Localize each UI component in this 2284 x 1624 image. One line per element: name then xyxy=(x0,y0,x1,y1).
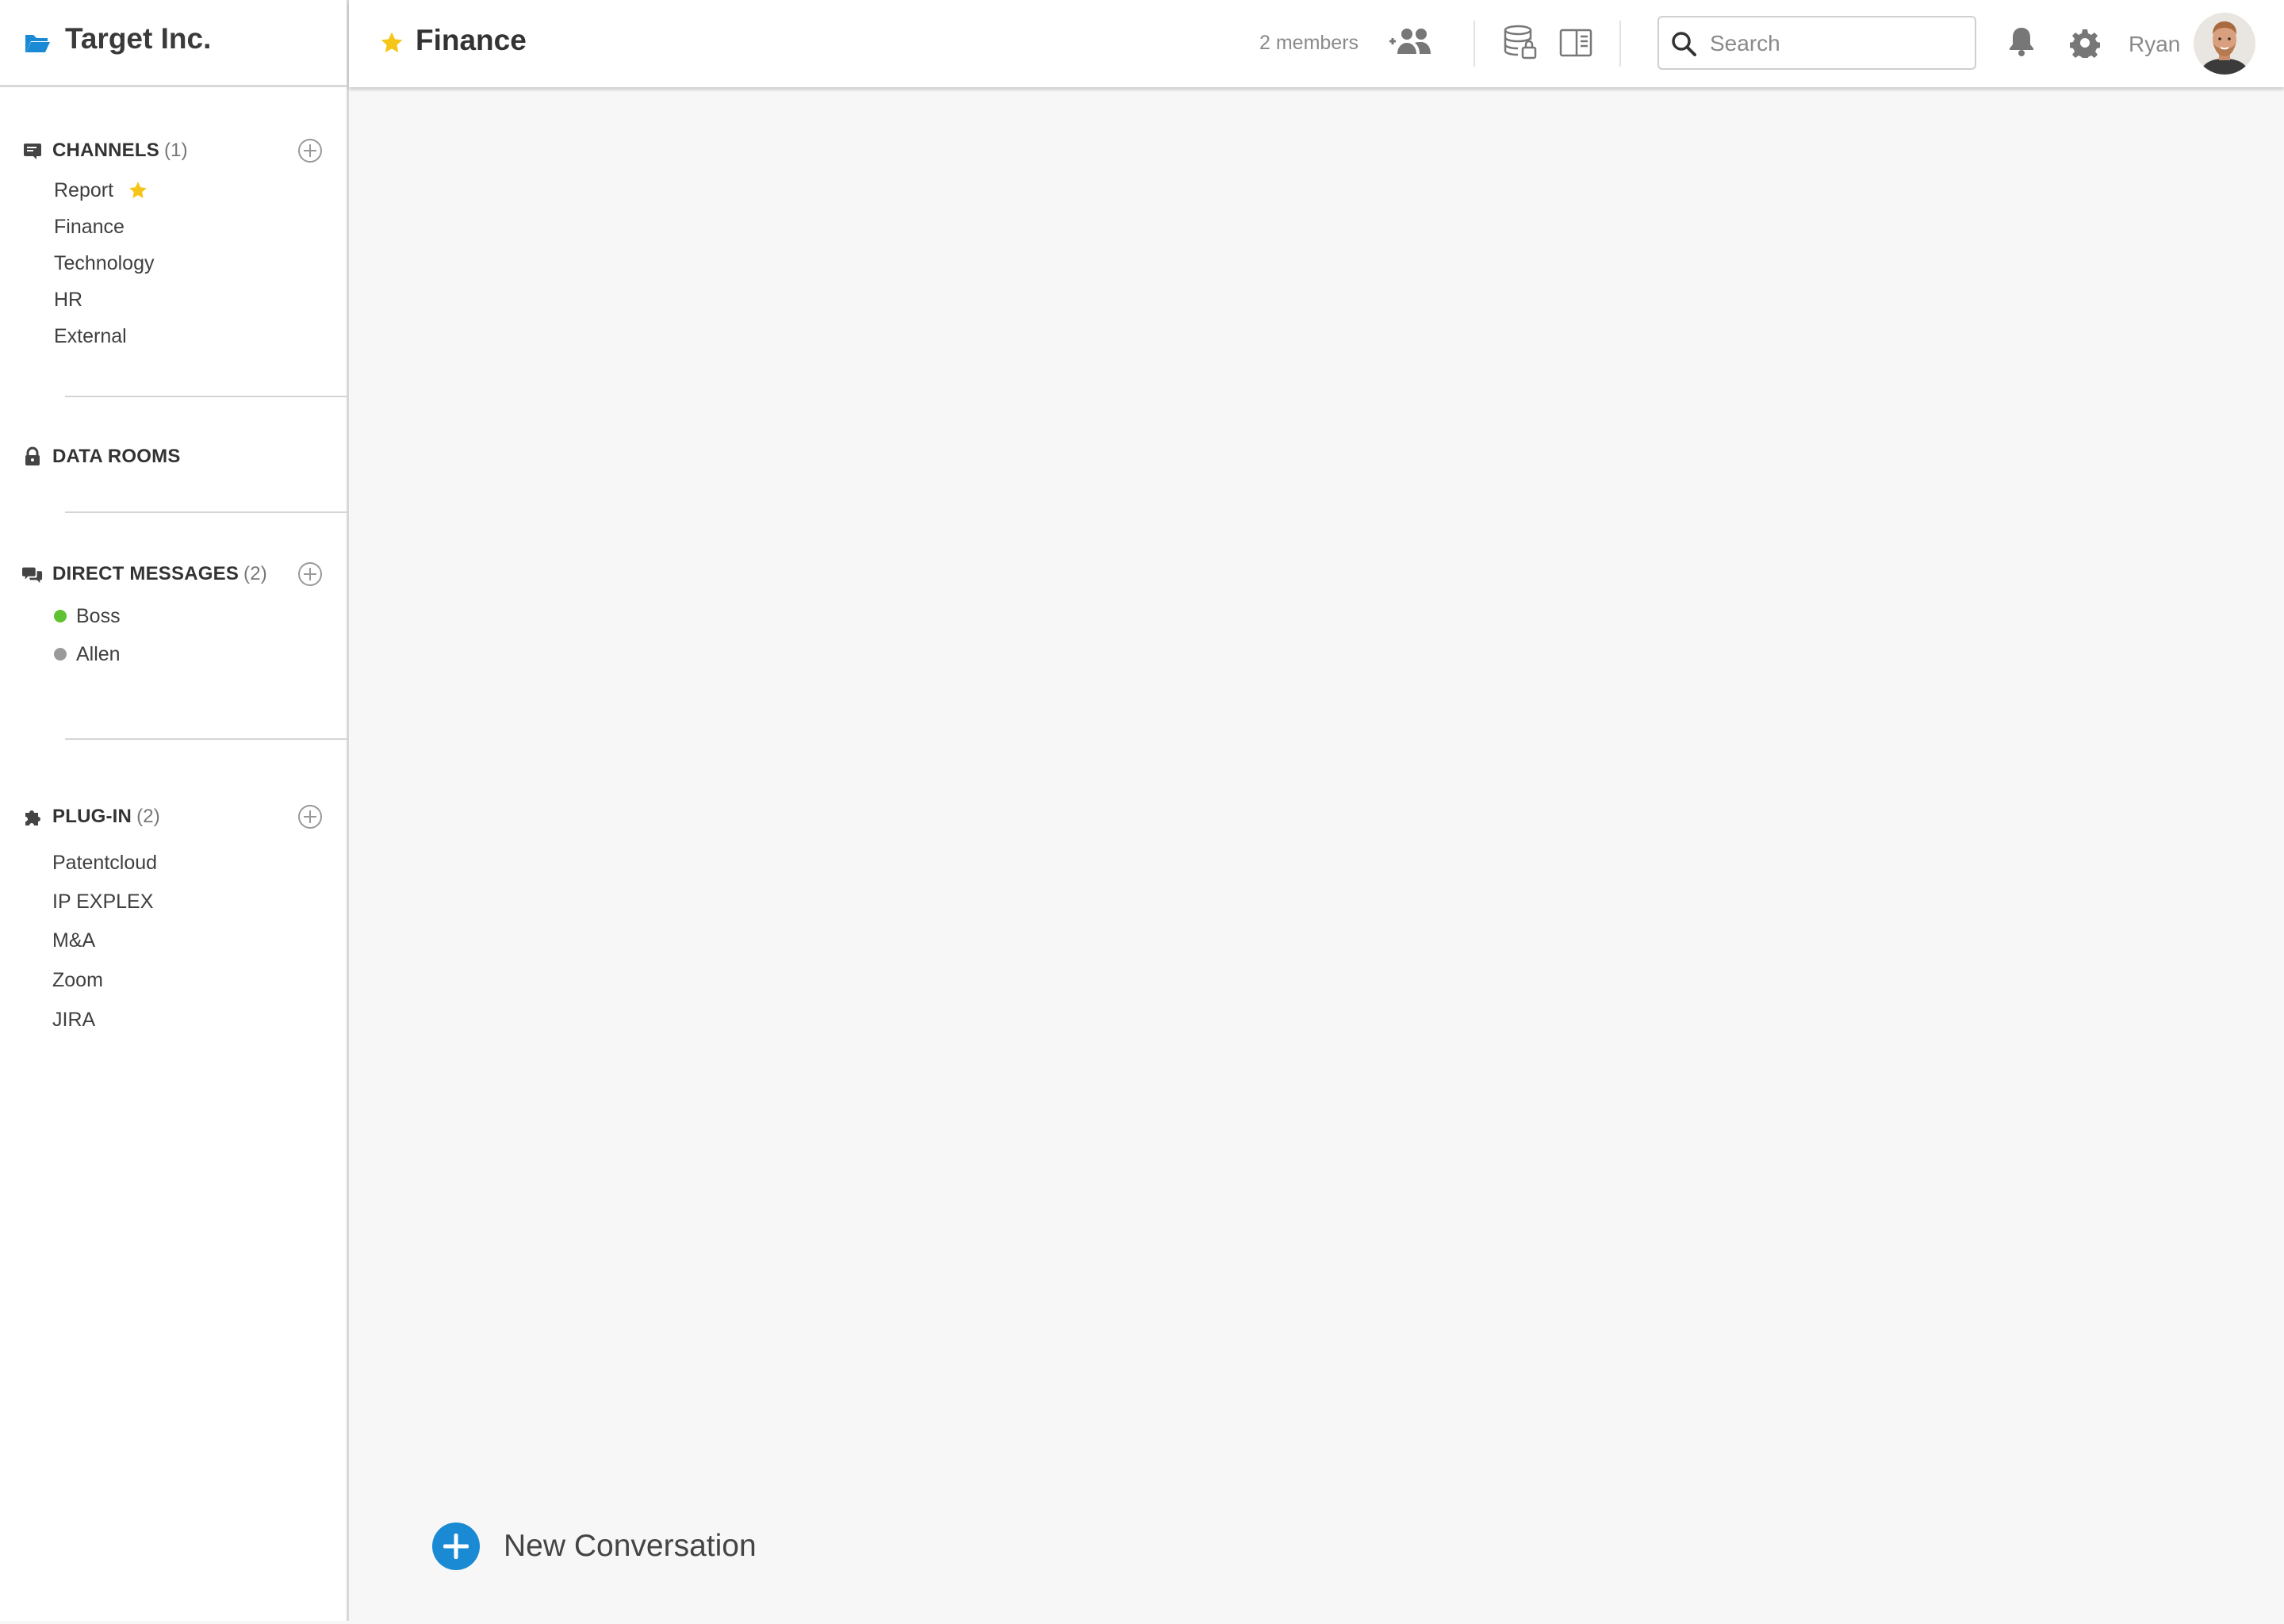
channel-label: External xyxy=(54,324,127,347)
channels-label: CHANNELS xyxy=(52,140,159,161)
plugin-label: Patentcloud xyxy=(52,851,158,874)
add-direct-message-button[interactable] xyxy=(298,562,322,586)
channel-title: Finance xyxy=(416,24,527,56)
sidebar-item-allen[interactable]: Allen xyxy=(54,640,121,668)
channel-label: Finance xyxy=(54,215,125,238)
user-avatar[interactable] xyxy=(2194,13,2255,75)
plugins-label: PLUG-IN xyxy=(52,806,132,827)
toggle-panel-icon[interactable] xyxy=(1559,29,1592,57)
offline-status-icon xyxy=(54,648,67,661)
section-divider xyxy=(65,511,349,513)
plugin-label: M&A xyxy=(52,929,96,952)
channel-label: Report xyxy=(54,178,114,201)
member-count[interactable]: 2 members xyxy=(1259,32,1359,55)
channel-icon xyxy=(22,140,43,161)
data-rooms-section-header[interactable]: DATA ROOMS xyxy=(22,441,181,473)
section-divider xyxy=(65,738,349,740)
sidebar-item-technology[interactable]: Technology xyxy=(54,249,154,278)
section-divider xyxy=(65,396,349,397)
bell-icon[interactable] xyxy=(2008,25,2035,57)
search-input[interactable] xyxy=(1708,25,1965,62)
header-divider xyxy=(1619,21,1621,67)
plugin-label: Zoom xyxy=(52,968,103,991)
direct-messages-section-header[interactable]: DIRECT MESSAGES (2) xyxy=(22,558,267,590)
plugin-label: IP EXPLEX xyxy=(52,890,154,913)
search-box[interactable] xyxy=(1657,16,1976,70)
workspace-name[interactable]: Target Inc. xyxy=(65,22,211,56)
plugins-section-header[interactable]: PLUG-IN (2) xyxy=(22,801,160,833)
workspace-header: Target Inc. xyxy=(0,0,349,87)
puzzle-icon xyxy=(22,806,43,827)
star-icon xyxy=(129,182,147,198)
plugin-label: JIRA xyxy=(52,1008,96,1031)
sidebar-item-m-and-a[interactable]: M&A xyxy=(52,926,95,955)
direct-messages-count: (2) xyxy=(243,563,267,584)
gear-icon[interactable] xyxy=(2070,28,2100,58)
channel-label: HR xyxy=(54,288,83,311)
header-divider xyxy=(1473,21,1475,67)
sidebar-item-zoom[interactable]: Zoom xyxy=(52,966,103,994)
sidebar-item-patentcloud[interactable]: Patentcloud xyxy=(52,848,157,877)
search-icon xyxy=(1672,32,1696,56)
data-rooms-label: DATA ROOMS xyxy=(52,446,181,467)
channel-label: Technology xyxy=(54,251,155,274)
add-plugin-button[interactable] xyxy=(298,805,322,829)
dm-label: Boss xyxy=(76,604,121,627)
plugins-count: (2) xyxy=(136,806,160,827)
avatar-image xyxy=(2194,13,2255,75)
online-status-icon xyxy=(54,610,67,622)
channel-header: Finance 2 members Ry xyxy=(349,0,2284,87)
plus-circle-icon xyxy=(432,1522,480,1570)
channels-section-header[interactable]: CHANNELS (1) xyxy=(22,135,188,167)
sidebar: Target Inc. CHANNELS (1) Report Finance … xyxy=(0,0,349,1621)
channels-count: (1) xyxy=(163,140,188,161)
folder-open-icon xyxy=(25,35,50,52)
favorite-star-icon[interactable] xyxy=(379,30,404,56)
sidebar-item-boss[interactable]: Boss xyxy=(54,602,121,630)
sidebar-item-report[interactable]: Report xyxy=(54,176,148,205)
add-channel-button[interactable] xyxy=(298,139,322,163)
add-members-icon[interactable] xyxy=(1386,25,1435,60)
sidebar-item-hr[interactable]: HR xyxy=(54,285,82,314)
lock-icon xyxy=(22,446,43,467)
sidebar-item-finance[interactable]: Finance xyxy=(54,213,125,241)
sidebar-item-ip-explex[interactable]: IP EXPLEX xyxy=(52,887,153,916)
user-name[interactable]: Ryan xyxy=(2129,32,2180,57)
new-conversation-button[interactable]: New Conversation xyxy=(432,1521,757,1572)
new-conversation-label: New Conversation xyxy=(504,1529,757,1563)
direct-messages-label: DIRECT MESSAGES xyxy=(52,563,240,584)
dm-label: Allen xyxy=(76,642,121,665)
chat-bubbles-icon xyxy=(22,564,43,584)
database-lock-icon[interactable] xyxy=(1504,24,1539,62)
sidebar-item-external[interactable]: External xyxy=(54,322,127,350)
sidebar-item-jira[interactable]: JIRA xyxy=(52,1005,95,1034)
